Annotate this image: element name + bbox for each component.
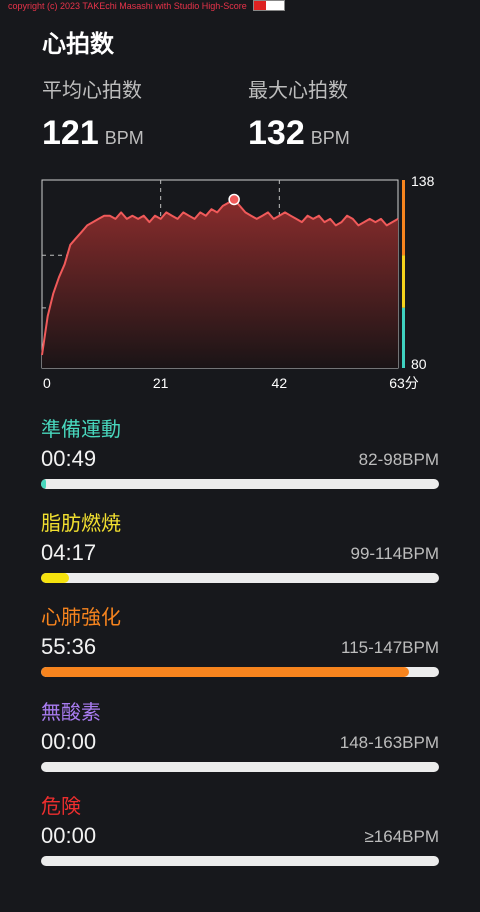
zone-name: 脂肪燃焼 — [41, 513, 121, 535]
zone-bpm-range: 82-98BPM — [358, 450, 439, 469]
max-heart-rate-value: 132 BPM — [248, 114, 350, 153]
zone-time: 55:36 — [41, 634, 97, 659]
zone-item: 危険 00:00 ≥164BPM — [41, 790, 439, 870]
zone-item: 無酸素 00:00 148-163BPM — [41, 696, 439, 776]
avg-heart-rate-value: 121 BPM — [42, 114, 144, 153]
zone-bpm-range: 99-114BPM — [350, 544, 439, 563]
max-heart-rate-unit: BPM — [310, 128, 350, 148]
zone-time: 00:49 — [41, 446, 97, 471]
avg-heart-rate-label: 平均心拍数 — [42, 80, 142, 102]
zone-progress-fill — [41, 573, 69, 583]
zone-name: 危険 — [41, 796, 81, 818]
x-tick-label: 21 — [153, 375, 169, 391]
y-tick-label-bottom: 80 — [411, 356, 427, 372]
avg-heart-rate-number: 121 — [42, 114, 99, 152]
max-point-marker — [228, 193, 240, 206]
zone-time: 04:17 — [41, 540, 97, 565]
zone-bpm-range: 115-147BPM — [341, 638, 439, 657]
copyright-notice: copyright (c) 2023 TAKEchi Masashi with … — [8, 0, 285, 11]
max-heart-rate-label: 最大心拍数 — [248, 80, 348, 102]
zone-name: 心肺強化 — [41, 607, 121, 629]
max-heart-rate-number: 132 — [248, 114, 305, 152]
zone-progress-bar — [41, 667, 439, 677]
zone-strip-fatburn — [402, 255, 405, 308]
zone-bpm-range: 148-163BPM — [339, 733, 439, 752]
zone-progress-bar — [41, 762, 439, 772]
zone-progress-fill — [41, 479, 47, 489]
zone-item: 心肺強化 55:36 115-147BPM — [41, 601, 439, 681]
copyright-text: copyright (c) 2023 TAKEchi Masashi with … — [8, 0, 247, 11]
avg-heart-rate-unit: BPM — [104, 128, 144, 148]
zone-strip-warmup — [402, 307, 405, 368]
y-tick-label-top: 138 — [411, 173, 435, 189]
page-title: 心拍数 — [42, 31, 114, 58]
zone-item: 脂肪燃焼 04:17 99-114BPM — [41, 507, 439, 587]
zone-progress-fill — [41, 667, 410, 677]
zone-bpm-range: ≥164BPM — [364, 827, 439, 846]
zone-time: 00:00 — [41, 823, 97, 848]
studio-logo — [252, 0, 285, 11]
zone-progress-bar — [41, 573, 439, 583]
zone-progress-bar — [41, 479, 439, 489]
x-tick-label: 63分 — [389, 375, 419, 391]
x-tick-label: 42 — [272, 375, 288, 391]
zone-item: 準備運動 00:49 82-98BPM — [41, 413, 439, 493]
zone-name: 準備運動 — [41, 419, 121, 441]
zone-time: 00:00 — [41, 729, 97, 754]
heart-rate-area — [42, 199, 398, 368]
heart-rate-chart: 138 80 0 21 42 63分 — [41, 173, 435, 391]
zone-name: 無酸素 — [41, 702, 101, 724]
x-tick-label: 0 — [43, 375, 51, 391]
zone-progress-bar — [41, 856, 439, 866]
zone-strip-cardio — [402, 180, 405, 256]
